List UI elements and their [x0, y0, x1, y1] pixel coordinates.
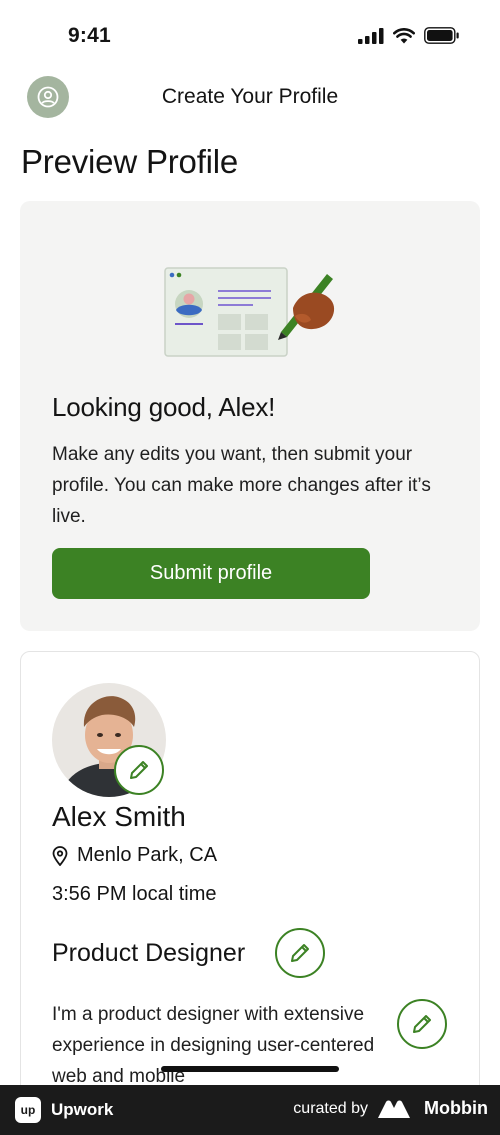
top-bar: Create Your Profile	[0, 74, 500, 120]
footer-brand: up Upwork	[15, 1097, 113, 1123]
footer-bar: up Upwork curated by Mobbin	[0, 1085, 500, 1135]
pencil-icon	[291, 944, 309, 962]
profile-location: Menlo Park, CA	[52, 844, 217, 867]
edit-photo-button[interactable]	[114, 745, 164, 795]
intro-body: Make any edits you want, then submit you…	[52, 444, 431, 527]
brand-name: Upwork	[51, 1100, 114, 1119]
profile-job-title: Product Designer	[52, 939, 246, 967]
profile-bio: I'm a product designer with extensive ex…	[52, 1004, 375, 1087]
mobbin-logo-icon	[378, 1100, 411, 1118]
status-time: 9:41	[68, 24, 111, 47]
curated-by-text: curated by	[293, 1099, 369, 1117]
submit-profile-button[interactable]: Submit profile	[52, 548, 370, 599]
home-indicator	[161, 1066, 339, 1072]
location-text: Menlo Park, CA	[77, 844, 218, 866]
location-pin-icon	[52, 845, 68, 866]
pencil-icon	[130, 761, 148, 779]
status-bar: 9:41	[0, 0, 500, 70]
page-title: Preview Profile	[21, 143, 239, 180]
signal-icon	[358, 27, 384, 44]
edit-title-button[interactable]	[275, 928, 325, 978]
profile-illustration	[164, 267, 335, 357]
intro-card: Looking good, Alex! Make any edits you w…	[20, 201, 480, 631]
edit-bio-button[interactable]	[397, 999, 447, 1049]
mobbin-name: Mobbin	[424, 1098, 488, 1118]
footer-credit: curated by Mobbin	[293, 1098, 488, 1119]
wifi-icon	[393, 27, 415, 43]
profile-name: Alex Smith	[52, 801, 186, 832]
upwork-logo-text: up	[20, 1103, 36, 1117]
pencil-icon	[413, 1015, 431, 1033]
profile-card: Alex Smith Menlo Park, CA 3:56 PM local …	[20, 651, 480, 1121]
upwork-logo-icon: up	[15, 1097, 41, 1123]
status-icons	[358, 27, 460, 44]
local-time: 3:56 PM local time	[52, 883, 217, 905]
battery-icon	[424, 27, 459, 44]
header-title: Create Your Profile	[161, 85, 339, 108]
intro-heading: Looking good, Alex!	[52, 392, 276, 422]
